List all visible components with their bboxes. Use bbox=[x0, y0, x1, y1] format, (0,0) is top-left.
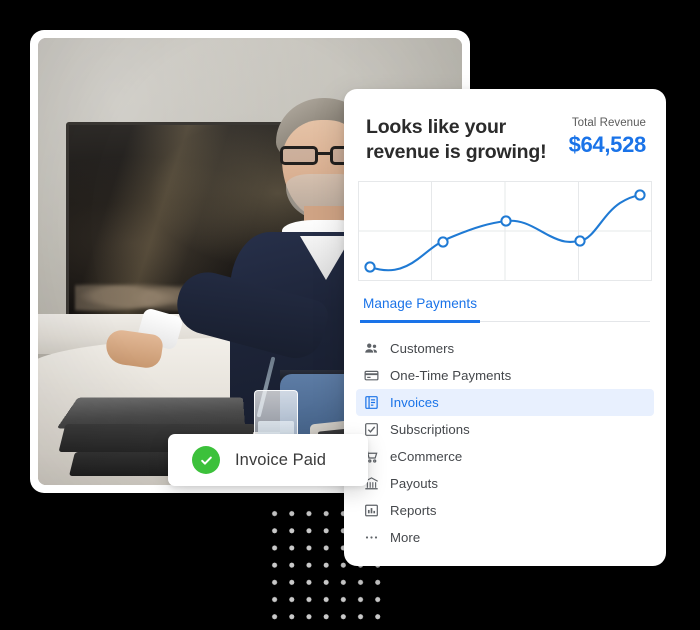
menu-item-ecommerce[interactable]: eCommerce bbox=[356, 443, 654, 470]
photo-glasses-left-lens bbox=[280, 146, 318, 165]
menu-item-more[interactable]: More bbox=[356, 524, 654, 551]
check-circle-icon bbox=[192, 446, 220, 474]
menu-item-label: Customers bbox=[390, 340, 455, 356]
menu-item-label: Payouts bbox=[390, 475, 439, 491]
toast-label: Invoice Paid bbox=[235, 450, 327, 469]
menu-item-label: Invoices bbox=[390, 394, 439, 410]
menu-item-label: More bbox=[390, 529, 421, 545]
headline-line-2: revenue is growing! bbox=[366, 140, 547, 163]
menu-item-invoices[interactable]: Invoices bbox=[356, 388, 654, 416]
tab-bar: Manage Payments bbox=[360, 295, 650, 323]
invoice-paid-toast: Invoice Paid bbox=[168, 434, 368, 486]
page-title: Looks like your revenue is growing! bbox=[366, 115, 547, 165]
credit-card-icon bbox=[364, 368, 379, 383]
menu-item-payouts[interactable]: Payouts bbox=[356, 470, 654, 497]
menu-item-subscriptions[interactable]: Subscriptions bbox=[356, 416, 654, 443]
people-icon bbox=[364, 341, 379, 356]
menu-item-reports[interactable]: Reports bbox=[356, 497, 654, 524]
tab-manage-payments[interactable]: Manage Payments bbox=[360, 296, 481, 323]
menu-item-label: Subscriptions bbox=[390, 421, 470, 437]
total-revenue-value: $64,528 bbox=[568, 132, 647, 157]
ellipsis-icon bbox=[364, 530, 379, 545]
menu-item-customers[interactable]: Customers bbox=[356, 335, 654, 362]
revenue-chart bbox=[358, 180, 652, 281]
dashboard-header: Looks like your revenue is growing! Tota… bbox=[344, 89, 666, 165]
menu-item-label: eCommerce bbox=[390, 448, 463, 464]
menu-item-label: One-Time Payments bbox=[390, 367, 512, 383]
invoice-icon bbox=[364, 395, 379, 410]
screenshot-stage: Looks like your revenue is growing! Tota… bbox=[0, 0, 700, 630]
total-revenue-label: Total Revenue bbox=[571, 117, 646, 129]
total-revenue-block: Total Revenue $64,528 bbox=[568, 115, 647, 158]
chart-gridlines bbox=[358, 180, 652, 281]
headline-line-1: Looks like your bbox=[366, 116, 507, 138]
checkbox-icon bbox=[364, 422, 379, 437]
menu-item-label: Reports bbox=[390, 502, 437, 518]
dashboard-card: Looks like your revenue is growing! Tota… bbox=[344, 89, 666, 566]
revenue-line-chart-svg bbox=[358, 180, 652, 281]
menu-item-one-time-payments[interactable]: One-Time Payments bbox=[356, 362, 654, 389]
report-icon bbox=[364, 503, 379, 518]
payments-menu: Customers One-Time Payments Invoices Sub… bbox=[356, 335, 654, 551]
